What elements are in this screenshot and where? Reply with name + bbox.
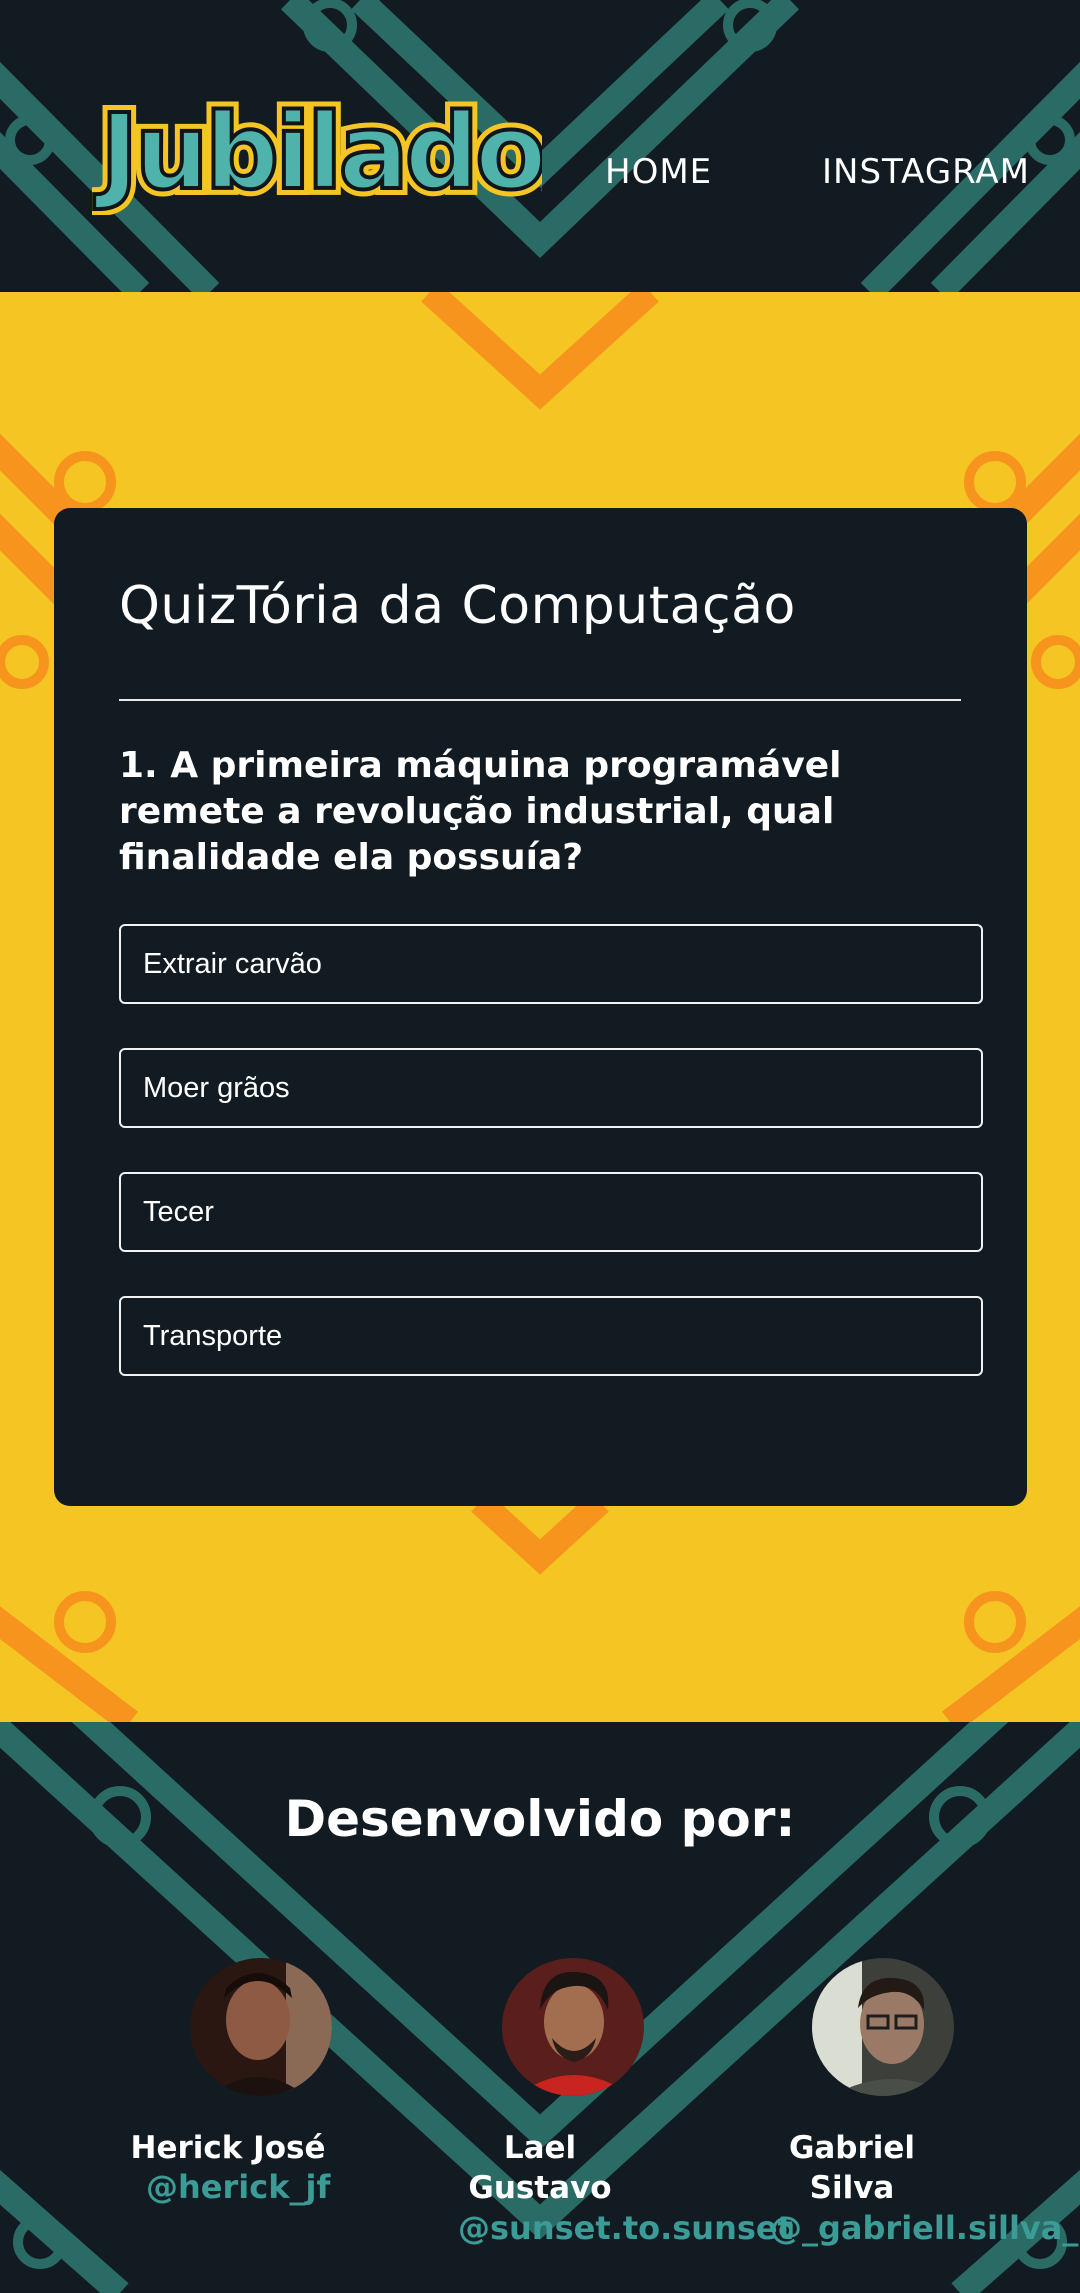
developer-name-gabriel: Gabriel Silva <box>788 2130 916 2206</box>
site-footer: Desenvolvido por: Herick José @herick_jf… <box>0 1722 1080 2293</box>
avatar-icon <box>812 1958 954 2096</box>
site-header: Jubilados Jubilados HOME INSTAGRAM <box>0 0 1080 292</box>
nav-instagram-link[interactable]: INSTAGRAM <box>822 152 1030 192</box>
divider <box>119 699 961 701</box>
answer-option-moer-graos[interactable]: Moer grãos <box>119 1048 983 1128</box>
avatar-herick <box>190 1958 332 2096</box>
developer-name-herick: Herick José <box>130 2130 326 2166</box>
developer-handle-lael[interactable]: @sunset.to.sunset <box>458 2209 793 2247</box>
avatar-lael <box>502 1958 644 2096</box>
answer-option-extrair-carvao[interactable]: Extrair carvão <box>119 924 983 1004</box>
developer-name-lael: Lael Gustavo <box>468 2130 612 2206</box>
answer-option-tecer[interactable]: Tecer <box>119 1172 983 1252</box>
avatar-icon <box>502 1958 644 2096</box>
footer-title: Desenvolvido por: <box>284 1790 796 1848</box>
quiz-title: QuizTória da Computação <box>119 576 796 636</box>
logo[interactable]: Jubilados Jubilados <box>87 80 611 220</box>
developer-handle-gabriel[interactable]: @_gabriell.sillva_ <box>770 2209 1078 2247</box>
quiz-card: QuizTória da Computação 1. A primeira má… <box>54 508 1027 1506</box>
question-text: 1. A primeira máquina programável remete… <box>119 745 842 878</box>
logo-icon: Jubilados Jubilados <box>87 84 611 220</box>
developer-handle-herick[interactable]: @herick_jf <box>146 2168 330 2206</box>
avatar-gabriel <box>812 1958 954 2096</box>
svg-text:Jubilados: Jubilados <box>94 91 542 213</box>
answer-option-transporte[interactable]: Transporte <box>119 1296 983 1376</box>
nav-home-link[interactable]: HOME <box>605 152 712 192</box>
avatar-icon <box>190 1958 332 2096</box>
